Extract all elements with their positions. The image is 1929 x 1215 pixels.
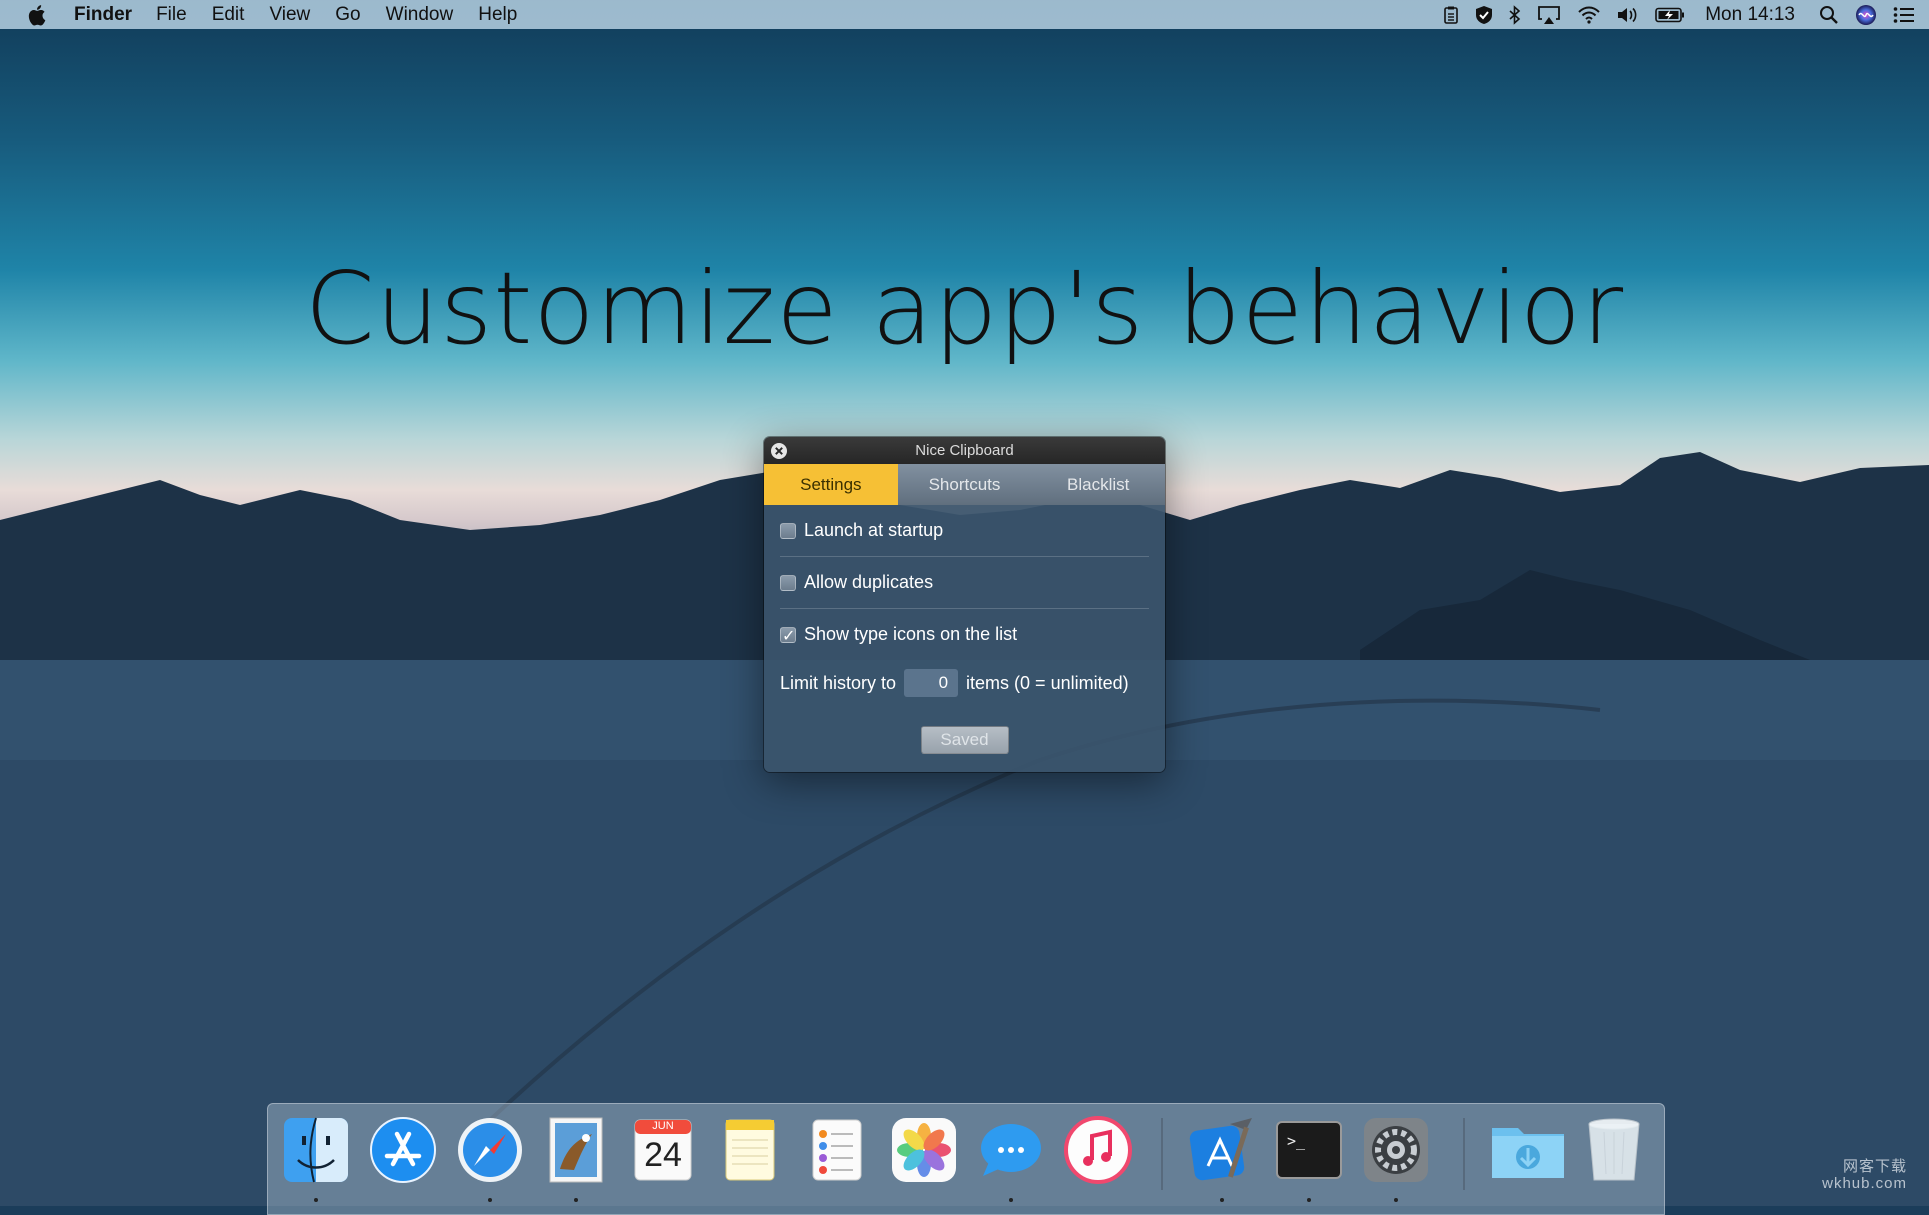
reminders-icon[interactable] — [801, 1114, 873, 1186]
running-indicator — [1009, 1198, 1013, 1202]
headline: Customize app's behavior — [304, 250, 1625, 367]
setting-launch-at-startup[interactable]: Launch at startup — [780, 505, 1149, 557]
window-title: Nice Clipboard — [915, 442, 1014, 459]
menu-window[interactable]: Window — [386, 4, 454, 26]
tab-settings[interactable]: Settings — [764, 464, 898, 505]
clipboard-icon[interactable] — [1443, 0, 1459, 29]
system-preferences-icon[interactable] — [1360, 1114, 1432, 1186]
volume-icon[interactable] — [1617, 0, 1639, 29]
running-indicator — [1220, 1198, 1224, 1202]
itunes-icon[interactable] — [1062, 1114, 1134, 1186]
app-store-icon[interactable] — [367, 1114, 439, 1186]
bluetooth-icon[interactable] — [1509, 0, 1521, 29]
limit-prefix-label: Limit history to — [780, 672, 897, 693]
terminal-prompt: >_ — [1287, 1132, 1306, 1150]
menu-view[interactable]: View — [269, 4, 310, 26]
calendar-icon[interactable]: JUN 24 — [627, 1114, 699, 1186]
tab-blacklist[interactable]: Blacklist — [1031, 464, 1165, 505]
window-titlebar[interactable]: Nice Clipboard — [764, 437, 1165, 464]
running-indicator — [488, 1198, 492, 1202]
tab-shortcuts[interactable]: Shortcuts — [897, 464, 1032, 505]
downloads-folder-icon[interactable] — [1488, 1114, 1564, 1186]
mail-icon[interactable] — [540, 1114, 612, 1186]
battery-icon[interactable] — [1655, 0, 1685, 29]
finder-icon[interactable] — [280, 1114, 352, 1186]
airplay-icon[interactable] — [1537, 0, 1561, 29]
siri-icon[interactable] — [1855, 0, 1877, 29]
tab-bar: Settings Shortcuts Blacklist — [764, 464, 1165, 505]
setting-label: Launch at startup — [804, 520, 944, 540]
watermark-line-1: 网客下载 — [1842, 1158, 1907, 1175]
trash-icon[interactable] — [1578, 1114, 1650, 1186]
menu-finder[interactable]: Finder — [74, 4, 132, 26]
dock: JUN 24 >_ — [267, 1103, 1665, 1215]
watermark-line-2: wkhub.com — [1822, 1175, 1907, 1192]
running-indicator — [1307, 1198, 1311, 1202]
show-type-icons-checkbox[interactable]: ✓ — [780, 626, 796, 645]
watermark: 网客下载 wkhub.com — [1822, 1158, 1907, 1192]
status-area: Mon 14:13 — [1427, 0, 1915, 29]
launch-at-startup-checkbox[interactable] — [780, 522, 796, 539]
setting-allow-duplicates[interactable]: Allow duplicates — [780, 557, 1149, 609]
saved-button[interactable]: Saved — [920, 726, 1009, 754]
apple-logo-icon[interactable] — [28, 3, 50, 27]
settings-panel: Launch at startup Allow duplicates ✓ Sho… — [764, 505, 1165, 754]
menu-help[interactable]: Help — [478, 4, 517, 26]
checkmark-icon: ✓ — [782, 627, 796, 645]
running-indicator — [1394, 1198, 1398, 1202]
setting-label: Show type icons on the list — [804, 624, 1018, 644]
terminal-icon[interactable]: >_ — [1273, 1114, 1345, 1186]
calendar-month: JUN — [652, 1120, 674, 1132]
safari-icon[interactable] — [454, 1114, 526, 1186]
running-indicator — [314, 1198, 318, 1202]
search-icon[interactable] — [1819, 0, 1839, 29]
dock-separator — [1161, 1118, 1163, 1190]
running-indicator — [574, 1198, 578, 1202]
dock-separator — [1463, 1118, 1465, 1190]
messages-icon[interactable] — [975, 1114, 1047, 1186]
notification-center-icon[interactable] — [1893, 0, 1915, 29]
xcode-icon[interactable] — [1186, 1114, 1258, 1186]
allow-duplicates-checkbox[interactable] — [780, 574, 796, 591]
setting-show-type-icons[interactable]: ✓ Show type icons on the list — [780, 609, 1149, 660]
preferences-window: Nice Clipboard Settings Shortcuts Blackl… — [764, 437, 1165, 772]
limit-history-input[interactable] — [904, 669, 959, 697]
wifi-icon[interactable] — [1577, 0, 1601, 29]
limit-history-row: Limit history to items (0 = unlimited) — [780, 662, 1149, 704]
menu-go[interactable]: Go — [335, 4, 360, 26]
clock[interactable]: Mon 14:13 — [1705, 0, 1795, 29]
menu-bar: Finder File Edit View Go Window Help Mon… — [0, 0, 1929, 29]
menu-file[interactable]: File — [156, 4, 187, 26]
calendar-day: 24 — [644, 1136, 682, 1174]
setting-label: Allow duplicates — [804, 572, 934, 592]
menu-edit[interactable]: Edit — [212, 4, 245, 26]
limit-suffix-label: items (0 = unlimited) — [966, 672, 1129, 693]
close-icon[interactable] — [770, 442, 788, 460]
shield-icon[interactable] — [1475, 0, 1493, 29]
photos-icon[interactable] — [888, 1114, 960, 1186]
notes-icon[interactable] — [714, 1114, 786, 1186]
